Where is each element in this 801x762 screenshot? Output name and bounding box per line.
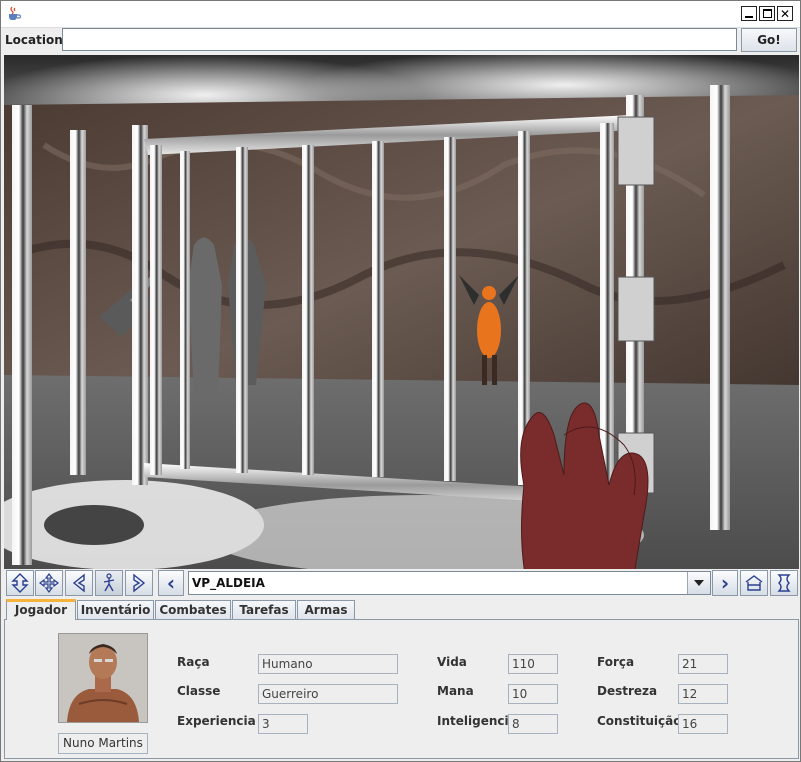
- player-panel: Nuno Martins Raça Humano Classe Guerreir…: [4, 619, 799, 759]
- move-all-directions-button[interactable]: [35, 570, 63, 596]
- dungeon-cell-scene: [4, 55, 799, 569]
- close-button[interactable]: ✕: [777, 6, 793, 21]
- map-button[interactable]: [770, 570, 798, 596]
- maximize-icon: [762, 9, 772, 18]
- inteligencia-field: 8: [508, 714, 558, 734]
- chevron-right-icon: ›: [720, 571, 730, 595]
- tab-jogador[interactable]: Jogador: [6, 599, 76, 620]
- tab-tarefas[interactable]: Tarefas: [232, 600, 296, 619]
- java-cup-icon: [9, 6, 22, 20]
- classe-field: Guerreiro: [258, 684, 398, 704]
- destreza-label: Destreza: [597, 684, 658, 698]
- chevron-down-icon: [694, 580, 704, 586]
- dropdown-button[interactable]: [687, 572, 710, 594]
- walk-button[interactable]: [95, 570, 123, 596]
- viewpoint-value: VP_ALDEIA: [192, 576, 265, 590]
- raca-label: Raça: [177, 655, 210, 669]
- tab-strip: Jogador Inventário Combates Tarefas Arma…: [4, 599, 799, 620]
- mana-field: 10: [508, 684, 558, 704]
- title-bar: ✕: [1, 1, 800, 28]
- previous-viewpoint-button[interactable]: ‹: [158, 570, 184, 596]
- turn-right-icon: [133, 573, 146, 593]
- move-up-down-button[interactable]: [6, 570, 34, 596]
- experiencia-label: Experiencia: [177, 714, 256, 728]
- maximize-button[interactable]: [759, 6, 775, 21]
- tab-inventario[interactable]: Inventário: [77, 600, 154, 619]
- inteligencia-label: Inteligencia: [437, 714, 517, 728]
- tab-armas[interactable]: Armas: [297, 600, 355, 619]
- classe-label: Classe: [177, 684, 221, 698]
- tab-combates[interactable]: Combates: [155, 600, 231, 619]
- turn-right-button[interactable]: [125, 570, 153, 596]
- turn-left-icon: [72, 573, 85, 593]
- 3d-viewport[interactable]: [4, 55, 799, 569]
- navigation-bar: ‹ VP_ALDEIA ›: [4, 569, 799, 598]
- next-viewpoint-button[interactable]: ›: [712, 570, 738, 596]
- experiencia-field: 3: [258, 714, 308, 734]
- move-all-directions-icon: [39, 573, 59, 593]
- location-bar: Location: Go!: [1, 28, 800, 53]
- go-button[interactable]: Go!: [741, 28, 797, 52]
- move-up-down-icon: [11, 573, 29, 593]
- map-icon: [777, 574, 791, 592]
- chevron-left-icon: ‹: [166, 571, 176, 595]
- mana-label: Mana: [437, 684, 474, 698]
- application-window: ✕ Location: Go! ‹ VP_ALDEIA › Jogador In…: [0, 0, 801, 762]
- location-input[interactable]: [62, 28, 737, 51]
- constituicao-label: Constituição: [597, 714, 682, 728]
- player-portrait: [58, 633, 148, 723]
- turn-left-button[interactable]: [65, 570, 93, 596]
- vida-field: 110: [508, 654, 558, 674]
- raca-field: Humano: [258, 654, 398, 674]
- location-label: Location:: [5, 33, 68, 47]
- minimize-icon: [745, 15, 753, 18]
- warrior-avatar-icon: [59, 634, 147, 722]
- close-icon: ✕: [779, 6, 791, 21]
- home-icon: [745, 575, 763, 591]
- forca-field: 21: [678, 654, 728, 674]
- destreza-field: 12: [678, 684, 728, 704]
- walk-icon: [103, 573, 115, 592]
- constituicao-field: 16: [678, 714, 728, 734]
- vida-label: Vida: [437, 655, 467, 669]
- minimize-button[interactable]: [741, 6, 757, 21]
- viewpoint-select[interactable]: VP_ALDEIA: [188, 571, 711, 595]
- home-button[interactable]: [740, 570, 768, 596]
- player-name-field: Nuno Martins: [58, 733, 148, 754]
- forca-label: Força: [597, 655, 635, 669]
